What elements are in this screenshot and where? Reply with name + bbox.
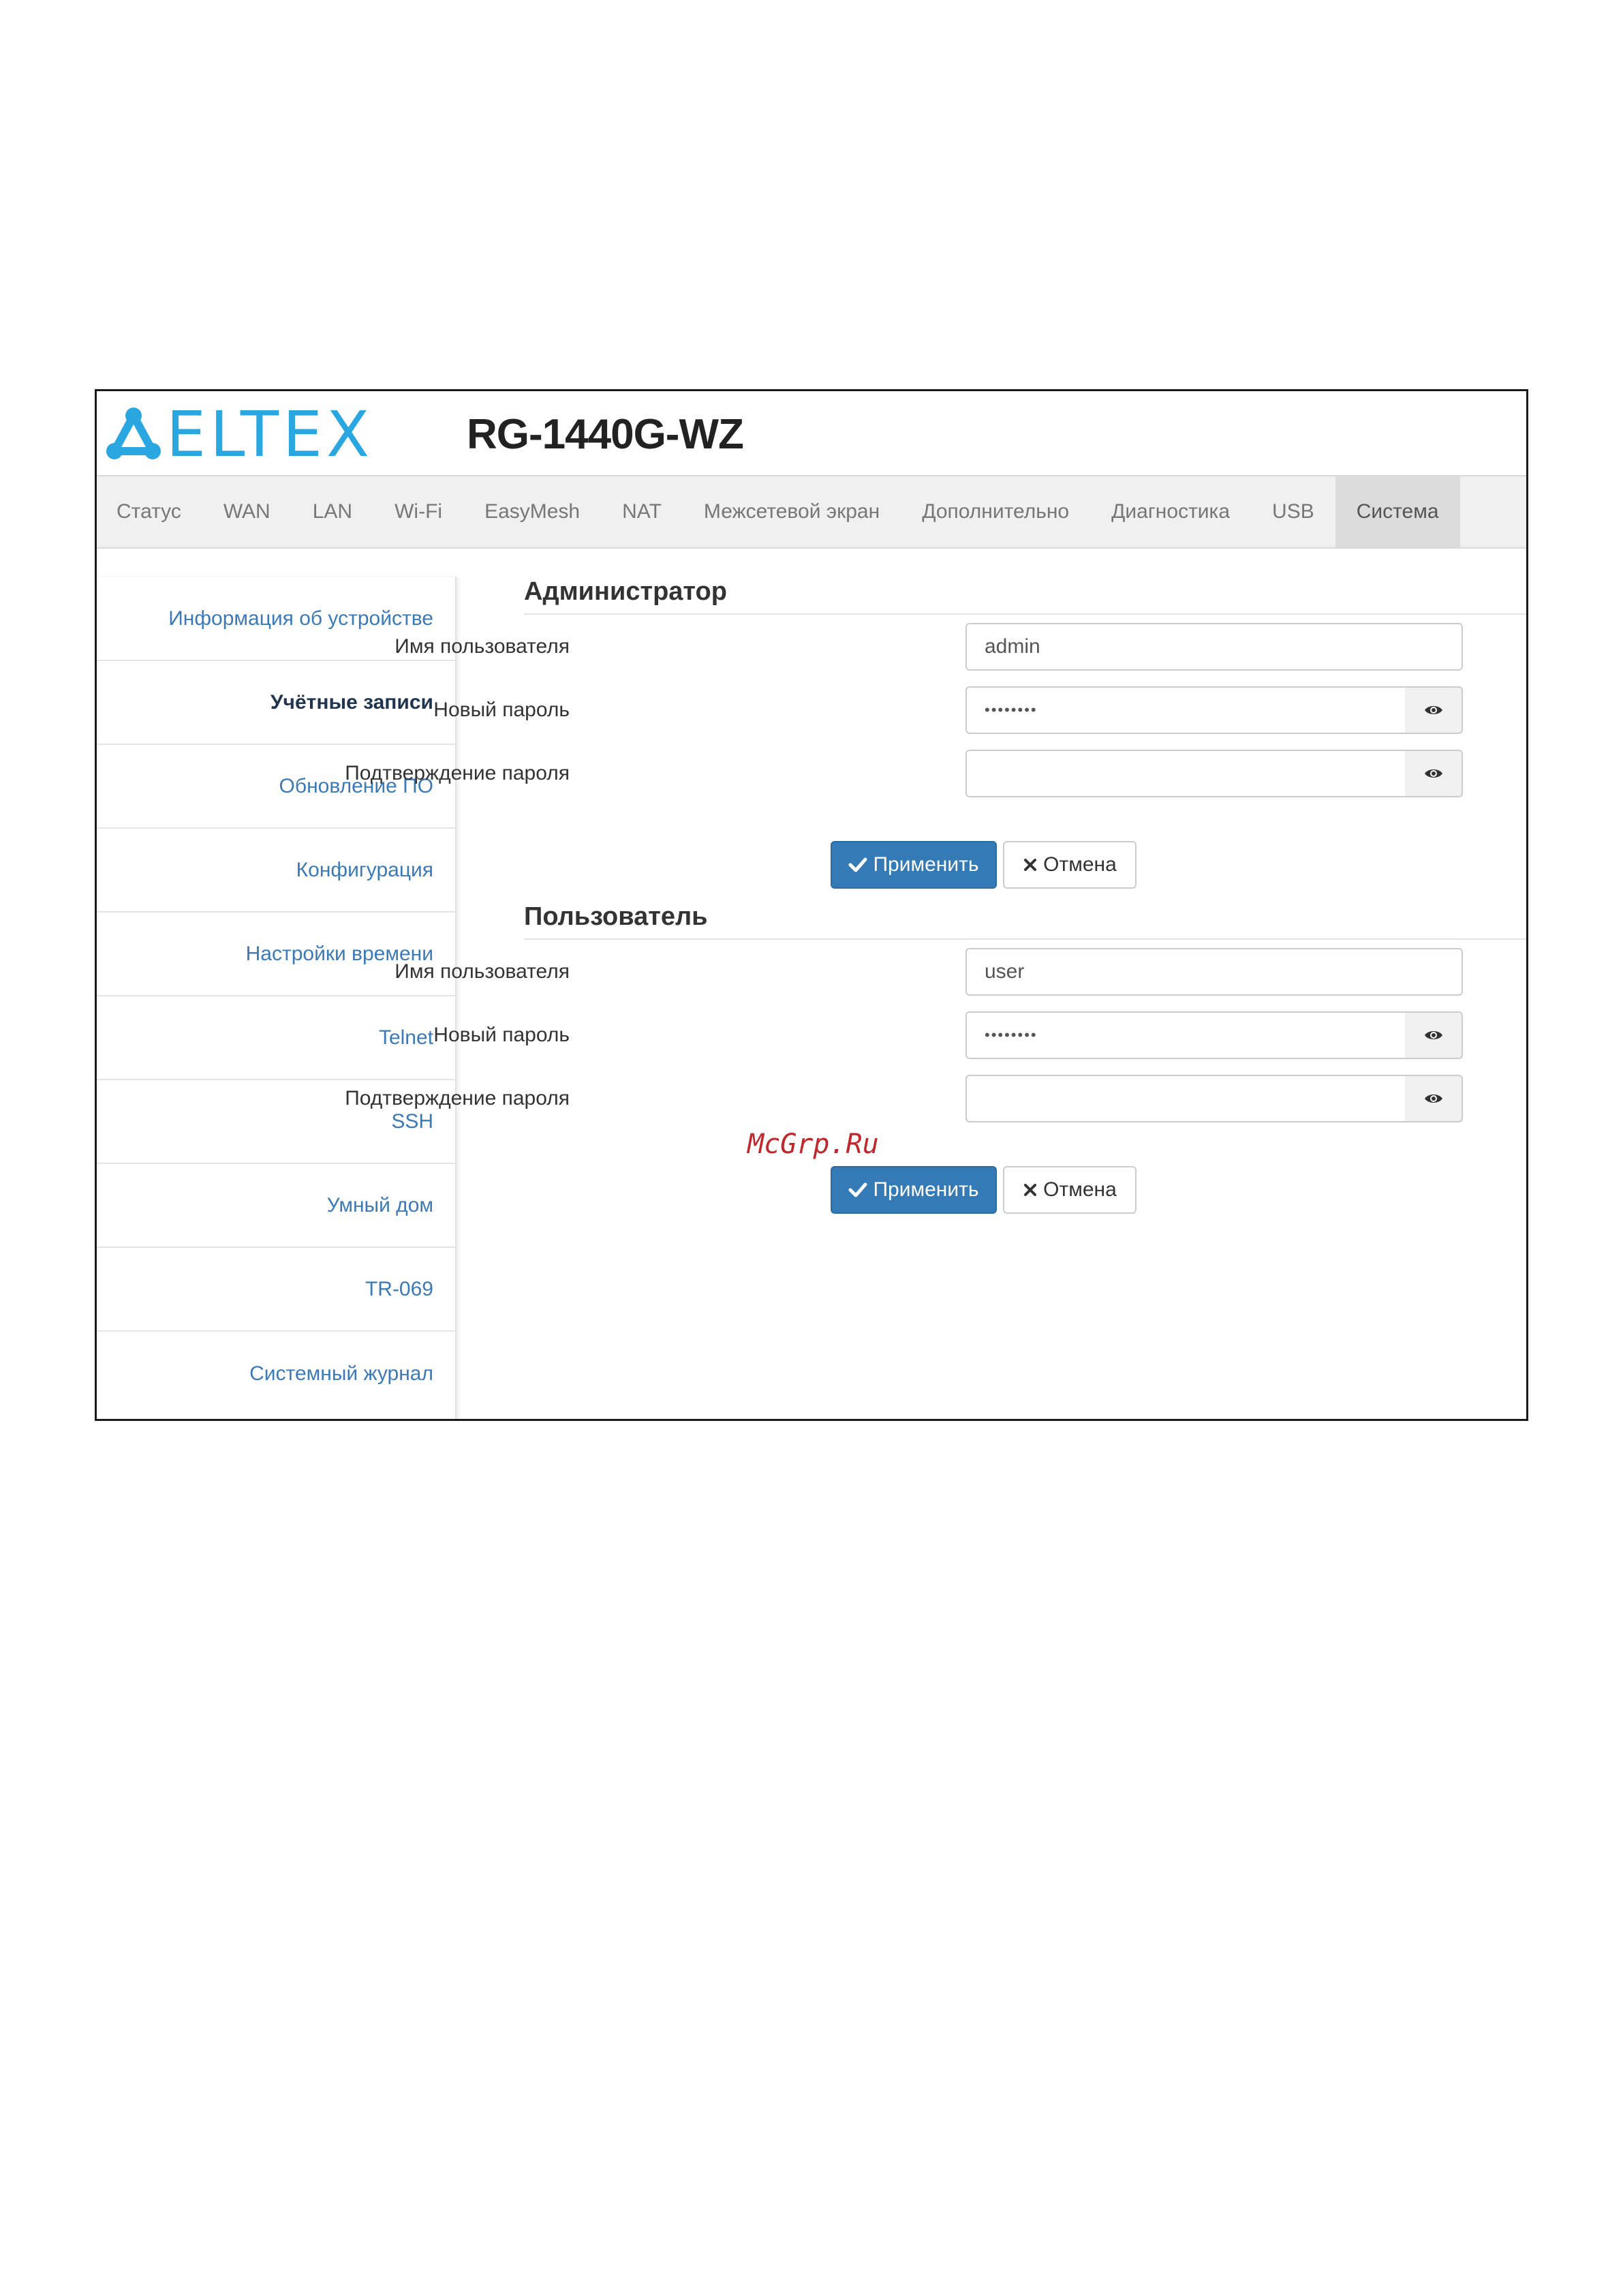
user-username-input[interactable]: user [965,948,1463,996]
eye-icon [1424,1095,1442,1103]
watermark-text: McGrp.Ru [747,1129,879,1160]
accounts-content: Администратор Имя пользователя admin Нов… [345,577,1526,1219]
user-password-row: Новый пароль •••••••• [433,1011,1526,1075]
eye-icon [1424,1031,1442,1039]
user-confirm-input[interactable] [965,1075,1406,1122]
user-apply-button[interactable]: Применить [831,1166,997,1214]
tab-diagnostics[interactable]: Диагностика [1090,476,1251,547]
user-password-input[interactable]: •••••••• [965,1011,1406,1059]
header: ELTEX RG-1440G-WZ [97,391,1526,475]
checkmark-icon [848,857,867,872]
admin-cancel-label: Отмена [1043,853,1117,876]
admin-confirm-show-button[interactable] [1405,750,1463,797]
admin-username-label: Имя пользователя [395,635,570,658]
user-cancel-label: Отмена [1043,1178,1117,1201]
user-confirm-show-button[interactable] [1405,1075,1463,1122]
router-web-interface: ELTEX RG-1440G-WZ Статус WAN LAN Wi-Fi E… [95,389,1528,1421]
admin-buttons: Применить Отмена [524,841,1526,894]
admin-password-show-button[interactable] [1405,686,1463,734]
user-confirm-row: Подтверждение пароля [345,1075,1526,1138]
tab-status[interactable]: Статус [97,476,202,547]
admin-confirm-input[interactable] [965,750,1406,797]
admin-section-title: Администратор [524,577,1526,615]
admin-apply-button[interactable]: Применить [831,841,997,889]
user-cancel-button[interactable]: Отмена [1003,1166,1137,1214]
user-password-show-button[interactable] [1405,1011,1463,1059]
user-password-label: Новый пароль [433,1024,570,1046]
sidebar-item-configuration[interactable]: Конфигурация [97,829,455,913]
admin-confirm-label: Подтверждение пароля [345,762,570,784]
admin-password-label: Новый пароль [433,699,570,721]
tab-system[interactable]: Система [1335,476,1460,547]
sidebar-item-smart-home[interactable]: Умный дом [97,1164,455,1248]
sidebar-item-system-log[interactable]: Системный журнал [97,1332,455,1415]
close-icon [1024,1184,1037,1196]
user-section-title: Пользователь [524,902,1526,940]
admin-cancel-button[interactable]: Отмена [1003,841,1137,889]
tab-lan[interactable]: LAN [292,476,373,547]
admin-confirm-row: Подтверждение пароля [345,750,1526,813]
user-section: Пользователь Имя пользователя user Новый… [345,902,1526,1219]
admin-password-row: Новый пароль •••••••• [433,686,1526,750]
tab-advanced[interactable]: Дополнительно [901,476,1090,547]
eye-icon [1424,706,1442,714]
logo-text: ELTEX [166,398,374,471]
user-apply-label: Применить [873,1178,979,1201]
main-navigation: Статус WAN LAN Wi-Fi EasyMesh NAT Межсет… [97,475,1526,549]
user-confirm-label: Подтверждение пароля [345,1087,570,1109]
admin-apply-label: Применить [873,853,979,876]
admin-username-row: Имя пользователя admin [395,623,1526,686]
admin-password-input[interactable]: •••••••• [965,686,1406,734]
tab-nat[interactable]: NAT [601,476,683,547]
tab-usb[interactable]: USB [1251,476,1335,547]
user-username-label: Имя пользователя [395,960,570,983]
sidebar-item-accounts[interactable]: Учётные записи [97,661,455,745]
tab-firewall[interactable]: Межсетевой экран [683,476,901,547]
tab-easymesh[interactable]: EasyMesh [463,476,601,547]
sidebar: Информация об устройстве Учётные записи … [97,577,457,1419]
tab-wifi[interactable]: Wi-Fi [373,476,463,547]
sidebar-item-tr069[interactable]: TR-069 [97,1248,455,1332]
checkmark-icon [848,1182,867,1197]
tab-wan[interactable]: WAN [202,476,292,547]
eye-icon [1424,769,1442,778]
sidebar-item-telnet[interactable]: Telnet [97,996,455,1080]
device-model-title: RG-1440G-WZ [467,411,744,458]
eltex-logo[interactable]: ELTEX [105,403,373,466]
eltex-logo-icon [106,408,161,459]
admin-username-input[interactable]: admin [965,623,1463,671]
user-buttons: Применить Отмена [524,1166,1526,1219]
close-icon [1024,859,1037,871]
user-username-row: Имя пользователя user [395,948,1526,1011]
admin-section: Администратор Имя пользователя admin Нов… [345,577,1526,894]
